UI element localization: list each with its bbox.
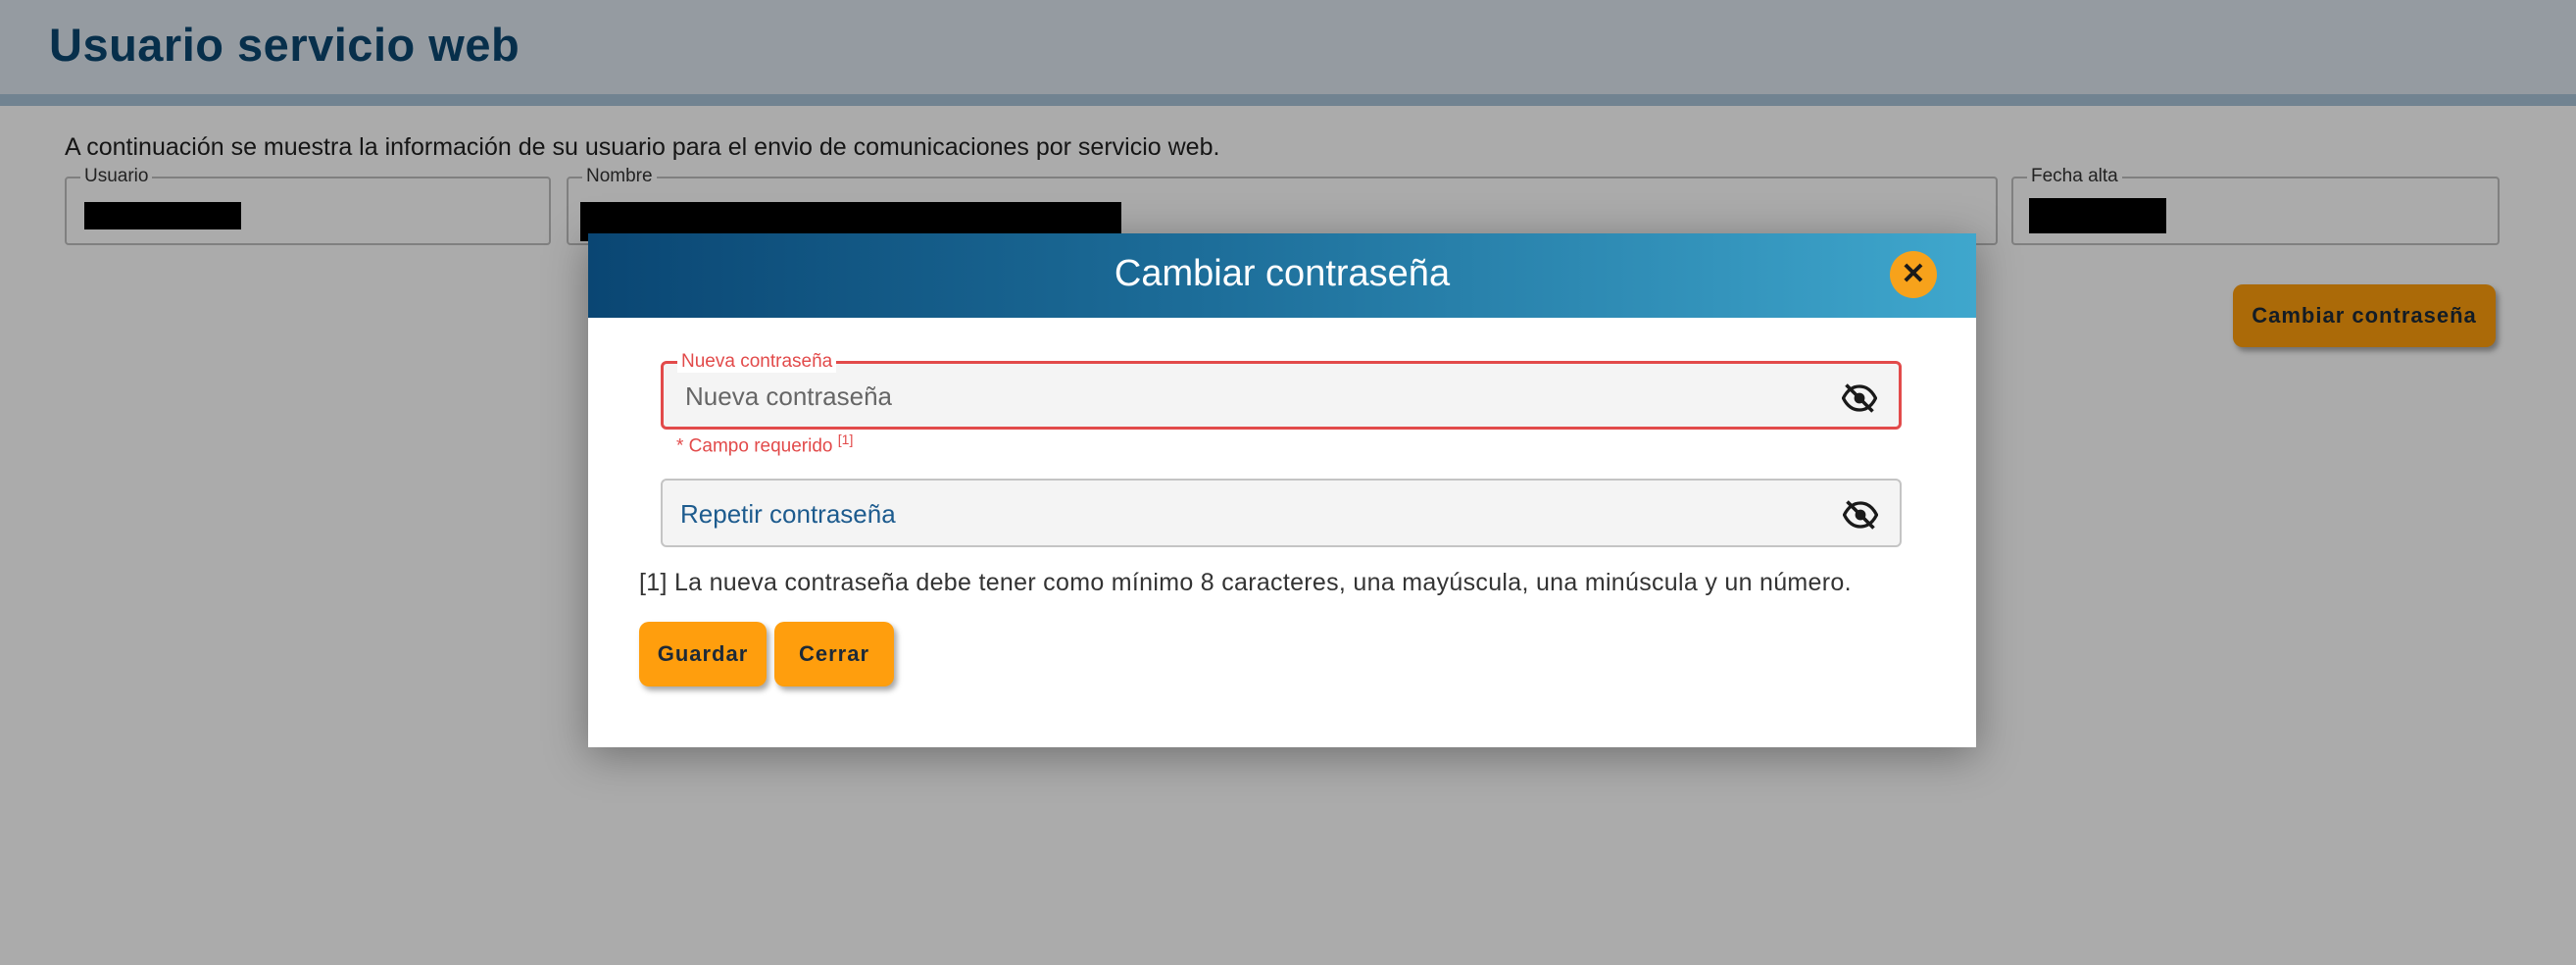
required-error: * Campo requerido [1] [676, 432, 853, 457]
change-password-dialog: Cambiar contraseña ✕ Nueva contraseña * … [588, 233, 1976, 747]
eye-off-icon[interactable] [1843, 500, 1878, 530]
close-icon[interactable]: ✕ [1890, 251, 1937, 298]
new-password-input[interactable] [683, 364, 1814, 429]
repeat-password-field [661, 479, 1902, 547]
dialog-title: Cambiar contraseña [1114, 253, 1451, 294]
new-password-field: Nueva contraseña [661, 351, 1902, 430]
eye-off-icon[interactable] [1842, 383, 1877, 413]
password-requirements-hint: [1] La nueva contraseña debe tener como … [639, 569, 1852, 596]
required-error-ref: [1] [837, 432, 854, 447]
save-button[interactable]: Guardar [639, 622, 767, 686]
required-error-text: * Campo requerido [676, 435, 833, 457]
dialog-header: Cambiar contraseña ✕ [588, 233, 1976, 318]
repeat-password-input[interactable] [678, 481, 1809, 547]
cancel-button[interactable]: Cerrar [774, 622, 894, 686]
